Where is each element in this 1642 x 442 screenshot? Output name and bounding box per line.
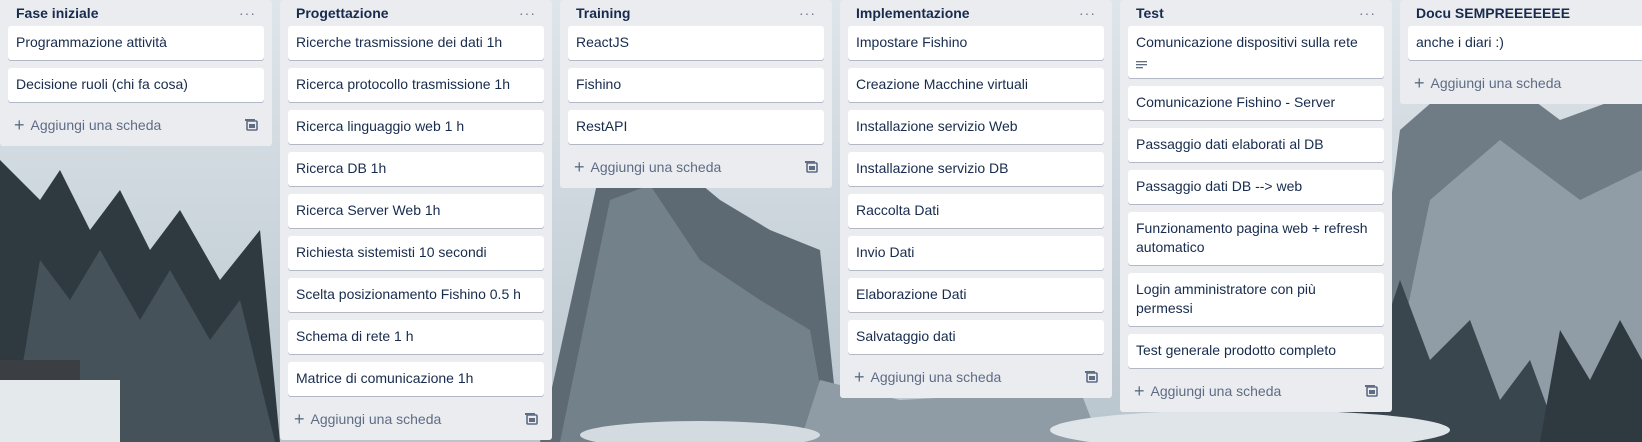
plus-icon: + [854, 367, 865, 387]
list-title[interactable]: Fase iniziale [16, 5, 98, 21]
add-card-button[interactable]: + Aggiungi una scheda [854, 368, 1001, 386]
add-card-button[interactable]: + Aggiungi una scheda [574, 158, 721, 176]
card[interactable]: Passaggio dati DB --> web [1128, 170, 1384, 204]
plus-icon: + [574, 157, 585, 177]
card[interactable]: Funzionamento pagina web + refresh autom… [1128, 212, 1384, 265]
card[interactable]: RestAPI [568, 110, 824, 144]
card[interactable]: Installazione servizio DB [848, 152, 1104, 186]
add-card-row: + Aggiungi una scheda [288, 404, 544, 434]
card[interactable]: Test generale prodotto completo [1128, 334, 1384, 368]
add-card-label: Aggiungi una scheda [30, 117, 162, 133]
card[interactable]: Salvataggio dati [848, 320, 1104, 354]
list-fase-iniziale: Fase iniziale ··· Programmazione attivit… [0, 0, 272, 146]
card[interactable]: Creazione Macchine virtuali [848, 68, 1104, 102]
list-title[interactable]: Training [576, 5, 630, 21]
card[interactable]: Decisione ruoli (chi fa cosa) [8, 68, 264, 102]
list-menu-button[interactable]: ··· [1075, 5, 1100, 21]
list-title[interactable]: Progettazione [296, 5, 389, 21]
list-menu-button[interactable]: ··· [1355, 5, 1380, 21]
add-card-label: Aggiungi una scheda [1430, 75, 1562, 91]
add-card-button[interactable]: + Aggiungi una scheda [294, 410, 441, 428]
card-template-icon[interactable] [804, 160, 818, 174]
list-training: Training ··· ReactJS Fishino RestAPI + A… [560, 0, 832, 188]
add-card-row: + Aggiungi una scheda [1128, 376, 1384, 406]
card[interactable]: Matrice di comunicazione 1h [288, 362, 544, 396]
plus-icon: + [294, 409, 305, 429]
plus-icon: + [1134, 381, 1145, 401]
card[interactable]: Schema di rete 1 h [288, 320, 544, 354]
add-card-label: Aggiungi una scheda [590, 159, 722, 175]
description-icon [1136, 56, 1376, 70]
card[interactable]: Comunicazione dispositivi sulla rete [1128, 26, 1384, 78]
list-progettazione: Progettazione ··· Ricerche trasmissione … [280, 0, 552, 440]
add-card-label: Aggiungi una scheda [310, 411, 442, 427]
list-implementazione: Implementazione ··· Impostare Fishino Cr… [840, 0, 1112, 398]
card-template-icon[interactable] [1364, 384, 1378, 398]
card[interactable]: Impostare Fishino [848, 26, 1104, 60]
list-header: Test ··· [1128, 0, 1384, 26]
card[interactable]: Scelta posizionamento Fishino 0.5 h [288, 278, 544, 312]
list-docu: Docu SEMPREEEEEEE anche i diari :) + Agg… [1400, 0, 1642, 104]
card[interactable]: Fishino [568, 68, 824, 102]
card[interactable]: Richiesta sistemisti 10 secondi [288, 236, 544, 270]
list-menu-button[interactable]: ··· [795, 5, 820, 21]
add-card-button[interactable]: + Aggiungi una scheda [1414, 74, 1561, 92]
card[interactable]: Programmazione attività [8, 26, 264, 60]
card[interactable]: Comunicazione Fishino - Server [1128, 86, 1384, 120]
board: Fase iniziale ··· Programmazione attivit… [0, 0, 1642, 442]
list-menu-button[interactable]: ··· [515, 5, 540, 21]
card[interactable]: Raccolta Dati [848, 194, 1104, 228]
list-title[interactable]: Docu SEMPREEEEEEE [1416, 5, 1570, 21]
card[interactable]: anche i diari :) [1408, 26, 1642, 60]
plus-icon: + [1414, 73, 1425, 93]
add-card-label: Aggiungi una scheda [1150, 383, 1282, 399]
add-card-label: Aggiungi una scheda [870, 369, 1002, 385]
card[interactable]: Invio Dati [848, 236, 1104, 270]
card-template-icon[interactable] [524, 412, 538, 426]
list-header: Progettazione ··· [288, 0, 544, 26]
list-test: Test ··· Comunicazione dispositivi sulla… [1120, 0, 1392, 412]
card[interactable]: ReactJS [568, 26, 824, 60]
list-header: Implementazione ··· [848, 0, 1104, 26]
card[interactable]: Elaborazione Dati [848, 278, 1104, 312]
add-card-row: + Aggiungi una scheda [848, 362, 1104, 392]
list-menu-button[interactable]: ··· [235, 5, 260, 21]
card[interactable]: Ricerca DB 1h [288, 152, 544, 186]
card[interactable]: Passaggio dati elaborati al DB [1128, 128, 1384, 162]
card[interactable]: Login amministratore con più permessi [1128, 273, 1384, 326]
plus-icon: + [14, 115, 25, 135]
list-header: Training ··· [568, 0, 824, 26]
card-template-icon[interactable] [244, 118, 258, 132]
list-header: Fase iniziale ··· [8, 0, 264, 26]
lists-container: Fase iniziale ··· Programmazione attivit… [0, 0, 1642, 440]
list-header: Docu SEMPREEEEEEE [1408, 0, 1642, 26]
add-card-button[interactable]: + Aggiungi una scheda [1134, 382, 1281, 400]
card[interactable]: Installazione servizio Web [848, 110, 1104, 144]
list-title[interactable]: Implementazione [856, 5, 970, 21]
card[interactable]: Ricerca Server Web 1h [288, 194, 544, 228]
add-card-button[interactable]: + Aggiungi una scheda [14, 116, 161, 134]
list-title[interactable]: Test [1136, 5, 1164, 21]
card-template-icon[interactable] [1084, 370, 1098, 384]
add-card-row: + Aggiungi una scheda [8, 110, 264, 140]
card[interactable]: Ricerche trasmissione dei dati 1h [288, 26, 544, 60]
card[interactable]: Ricerca protocollo trasmissione 1h [288, 68, 544, 102]
add-card-row: + Aggiungi una scheda [1408, 68, 1642, 98]
card-title: Comunicazione dispositivi sulla rete [1136, 34, 1358, 50]
card[interactable]: Ricerca linguaggio web 1 h [288, 110, 544, 144]
add-card-row: + Aggiungi una scheda [568, 152, 824, 182]
